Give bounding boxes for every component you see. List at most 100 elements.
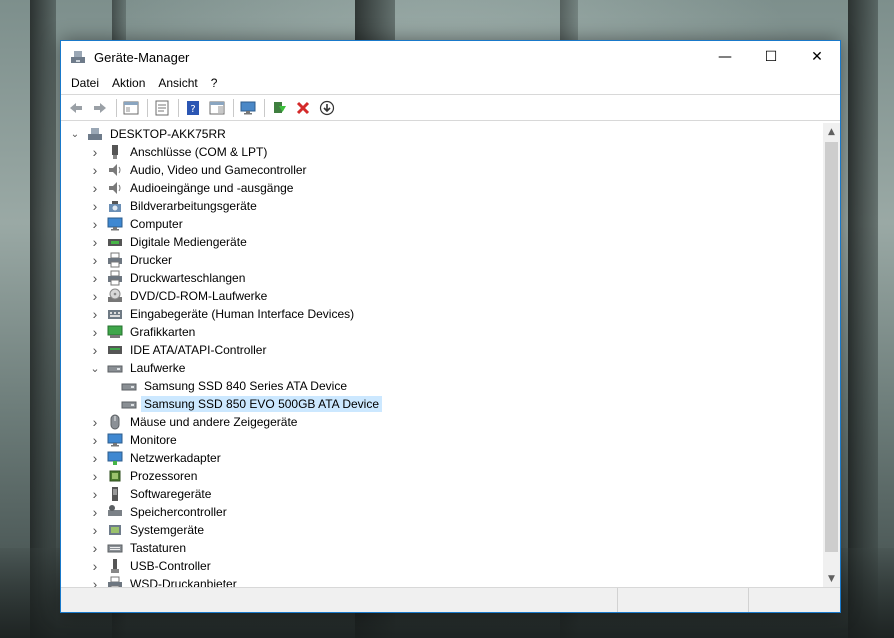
menu-datei[interactable]: Datei: [65, 73, 105, 94]
tree-item-prozessoren[interactable]: › Prozessoren: [61, 467, 821, 485]
toolbar-separator: [116, 98, 117, 117]
usb-icon: [111, 559, 119, 573]
chevron-right-icon[interactable]: ›: [89, 233, 101, 251]
tree-item-label: Speichercontroller: [130, 505, 227, 519]
chevron-right-icon[interactable]: ›: [89, 431, 101, 449]
tree-item-tastaturen[interactable]: › Tastaturen: [61, 539, 821, 557]
tree-item-maeuse-und-andere-zeigegeraete[interactable]: › Mäuse und andere Zeigegeräte: [61, 413, 821, 431]
tree-item-speichercontroller[interactable]: › Speichercontroller: [61, 503, 821, 521]
tree-item-dvd-cd-rom-laufwerke[interactable]: › DVD/CD-ROM-Laufwerke: [61, 287, 821, 305]
chevron-right-icon[interactable]: ›: [89, 341, 101, 359]
tree-item-monitore[interactable]: › Monitore: [61, 431, 821, 449]
chevron-right-icon[interactable]: ›: [89, 287, 101, 305]
tree-item-label: Audioeingänge und -ausgänge: [130, 181, 294, 195]
tree-item-ide-ata-atapi-controller[interactable]: › IDE ATA/ATAPI-Controller: [61, 341, 821, 359]
speaker-icon: [109, 182, 121, 194]
chevron-right-icon[interactable]: ›: [89, 521, 101, 539]
properties-icon[interactable]: [151, 97, 173, 119]
tree-item-bildverarbeitungsgeraete[interactable]: › Bildverarbeitungsgeräte: [61, 197, 821, 215]
port-icon: [112, 145, 118, 159]
tree-item-anschluesse-com-lpt[interactable]: › Anschlüsse (COM & LPT): [61, 143, 821, 161]
chevron-right-icon[interactable]: ›: [89, 503, 101, 521]
tree-item-label: Prozessoren: [130, 469, 198, 483]
chevron-right-icon[interactable]: ›: [89, 449, 101, 467]
tree-item-drucker[interactable]: › Drucker: [61, 251, 821, 269]
tree-item-label: Grafikkarten: [130, 325, 196, 339]
chevron-right-icon[interactable]: ›: [89, 413, 101, 431]
chevron-right-icon[interactable]: ›: [89, 269, 101, 287]
help-icon[interactable]: ?: [182, 97, 204, 119]
svg-text:?: ?: [190, 104, 195, 115]
tree-item-label: Tastaturen: [130, 541, 187, 555]
tree-item-label: Eingabegeräte (Human Interface Devices): [130, 307, 355, 321]
tree-item-label: Anschlüsse (COM & LPT): [130, 145, 268, 159]
tree-item-label: Systemgeräte: [130, 523, 205, 537]
chevron-right-icon[interactable]: ›: [89, 485, 101, 503]
tree-item-systemgeraete[interactable]: › Systemgeräte: [61, 521, 821, 539]
tree-item-label: DVD/CD-ROM-Laufwerke: [130, 289, 268, 303]
tree-item-wsd-druckanbieter[interactable]: › WSD-Druckanbieter: [61, 575, 821, 587]
chevron-right-icon[interactable]: ›: [89, 557, 101, 575]
disable-device-icon[interactable]: [316, 97, 338, 119]
vertical-scrollbar[interactable]: ▲ ▼: [823, 123, 840, 587]
chevron-right-icon[interactable]: ›: [89, 143, 101, 161]
chevron-right-icon[interactable]: ›: [89, 539, 101, 557]
drive-icon: [107, 365, 123, 373]
scroll-up-icon[interactable]: ▲: [823, 123, 840, 140]
tree-item-digitale-mediengeraete[interactable]: › Digitale Mediengeräte: [61, 233, 821, 251]
tree-item-label: Bildverarbeitungsgeräte: [130, 199, 257, 213]
chevron-right-icon[interactable]: ›: [89, 251, 101, 269]
chevron-down-icon[interactable]: ⌄: [89, 359, 101, 377]
show-hide-console-tree-icon[interactable]: [120, 97, 142, 119]
forward-arrow-icon[interactable]: [89, 97, 111, 119]
tree-item-grafikkarten[interactable]: › Grafikkarten: [61, 323, 821, 341]
device-tree[interactable]: ⌄ DESKTOP-AKK75RR › Anschlüsse (COM & LPT…: [61, 123, 840, 587]
tree-child-label: Samsung SSD 850 EVO 500GB ATA Device: [141, 396, 383, 412]
cpu-icon: [109, 470, 121, 482]
chevron-right-icon[interactable]: ›: [89, 161, 101, 179]
back-arrow-icon[interactable]: [65, 97, 87, 119]
menu-aktion[interactable]: Aktion: [106, 73, 151, 94]
tree-item-label: Computer: [130, 217, 183, 231]
uninstall-device-icon[interactable]: [292, 97, 314, 119]
toolbar-separator: [233, 98, 234, 117]
scroll-down-icon[interactable]: ▼: [823, 570, 840, 587]
display-adapter-icon: [107, 325, 123, 338]
chevron-right-icon[interactable]: ›: [89, 305, 101, 323]
chevron-down-icon[interactable]: ⌄: [69, 125, 81, 143]
menu-help[interactable]: ?: [205, 73, 224, 94]
tree-item-softwaregeraete[interactable]: › Softwaregeräte: [61, 485, 821, 503]
chevron-right-icon[interactable]: ›: [89, 215, 101, 233]
tree-item-audioeingaenge-und-ausgaenge[interactable]: › Audioeingänge und -ausgänge: [61, 179, 821, 197]
tree-item-usb-controller[interactable]: › USB-Controller: [61, 557, 821, 575]
update-driver-icon[interactable]: [268, 97, 290, 119]
tree-root[interactable]: ⌄ DESKTOP-AKK75RR: [61, 125, 821, 143]
chevron-right-icon[interactable]: ›: [89, 323, 101, 341]
network-icon: [107, 451, 123, 465]
printer-icon: [108, 270, 122, 286]
status-segment: [749, 588, 840, 612]
tree-item-netzwerkadapter[interactable]: › Netzwerkadapter: [61, 449, 821, 467]
tree-item-audio-video-und-gamecontroller[interactable]: › Audio, Video und Gamecontroller: [61, 161, 821, 179]
chevron-right-icon[interactable]: ›: [89, 575, 101, 587]
action-pane-icon[interactable]: [206, 97, 228, 119]
monitor-icon: [107, 433, 123, 447]
tree-child-samsung-ssd-850-evo-500gb-ata-device[interactable]: Samsung SSD 850 EVO 500GB ATA Device: [61, 395, 821, 413]
tree-item-eingabegeraete-human-interface-devices[interactable]: › Eingabegeräte (Human Interface Devices): [61, 305, 821, 323]
chevron-right-icon[interactable]: ›: [89, 467, 101, 485]
scan-hardware-icon[interactable]: [237, 97, 259, 119]
chevron-right-icon[interactable]: ›: [89, 179, 101, 197]
maximize-button[interactable]: ☐: [748, 41, 794, 73]
menu-ansicht[interactable]: Ansicht: [152, 73, 203, 94]
chevron-right-icon[interactable]: ›: [89, 197, 101, 215]
tree-item-druckwarteschlangen[interactable]: › Druckwarteschlangen: [61, 269, 821, 287]
scrollbar-thumb[interactable]: [825, 142, 838, 552]
close-button[interactable]: ✕: [794, 41, 840, 73]
minimize-button[interactable]: —: [702, 41, 748, 73]
software-device-icon: [112, 487, 118, 501]
tree-item-laufwerke[interactable]: ⌄ Laufwerke: [61, 359, 821, 377]
tree-item-computer[interactable]: › Computer: [61, 215, 821, 233]
device-manager-icon: [71, 51, 85, 63]
drive-icon: [121, 401, 137, 409]
tree-child-samsung-ssd-840-series-ata-device[interactable]: Samsung SSD 840 Series ATA Device: [61, 377, 821, 395]
